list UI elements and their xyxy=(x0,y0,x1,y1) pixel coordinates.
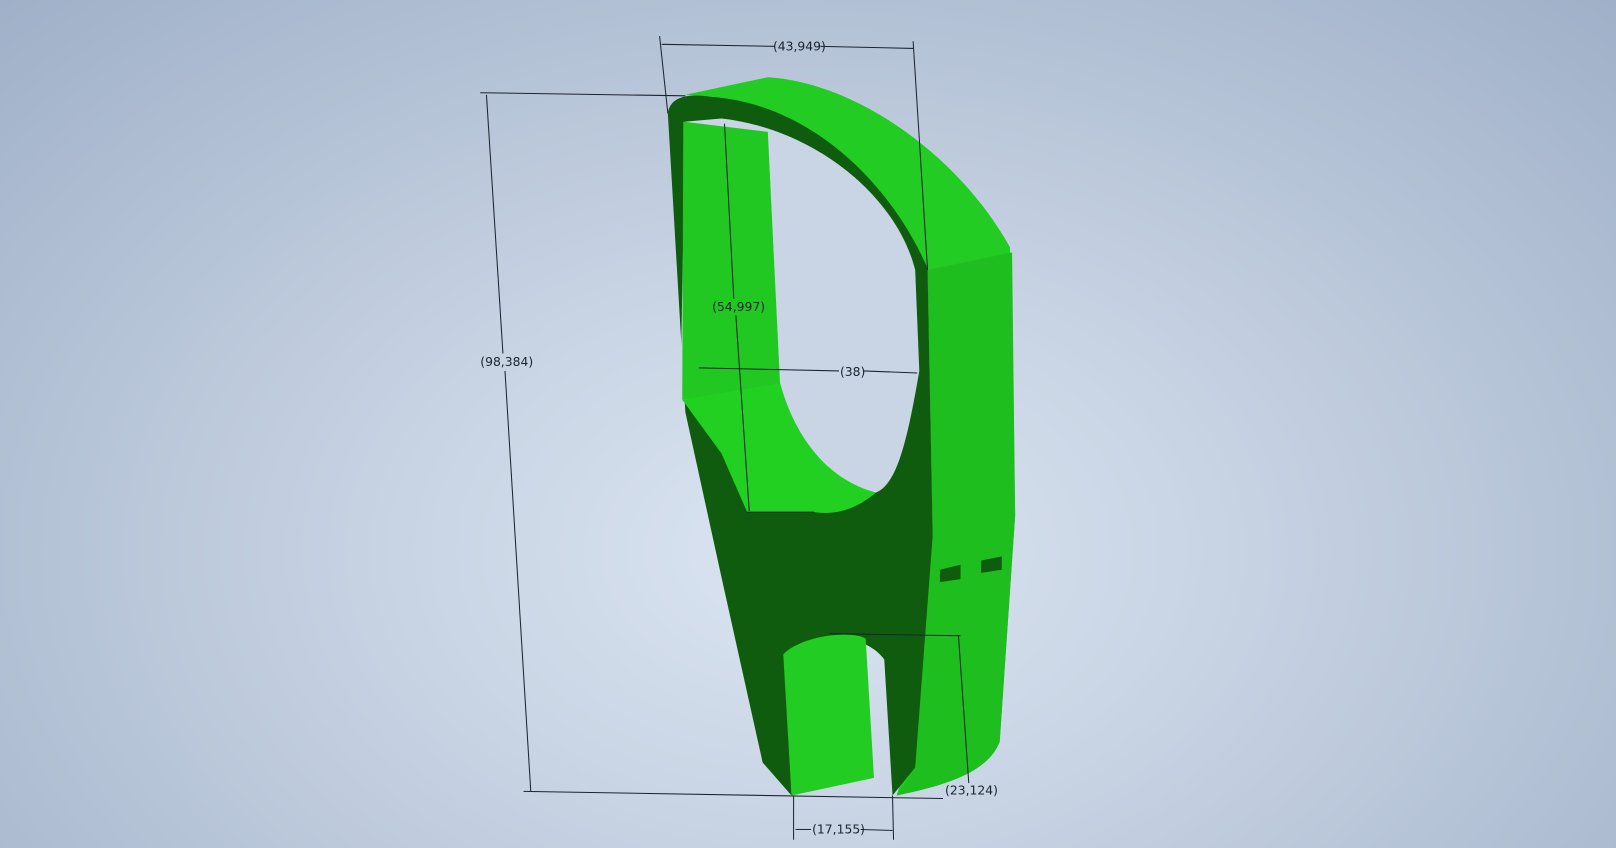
model-viewport[interactable]: (43,949) (98,384) (54,997) (38) (17,155)… xyxy=(0,0,1616,848)
dim-slot-depth[interactable]: (23,124) xyxy=(945,783,998,797)
inner-left-face xyxy=(682,121,781,400)
dim-inner-width[interactable]: (38) xyxy=(840,365,865,379)
dim-slot-width[interactable]: (17,155) xyxy=(812,823,865,837)
dim-inner-height[interactable]: (54,997) xyxy=(712,300,765,314)
dim-overall-width[interactable]: (43,949) xyxy=(773,39,826,53)
dim-overall-height[interactable]: (98,384) xyxy=(480,355,533,369)
part-model[interactable] xyxy=(667,77,1016,796)
slot-face xyxy=(783,634,874,796)
